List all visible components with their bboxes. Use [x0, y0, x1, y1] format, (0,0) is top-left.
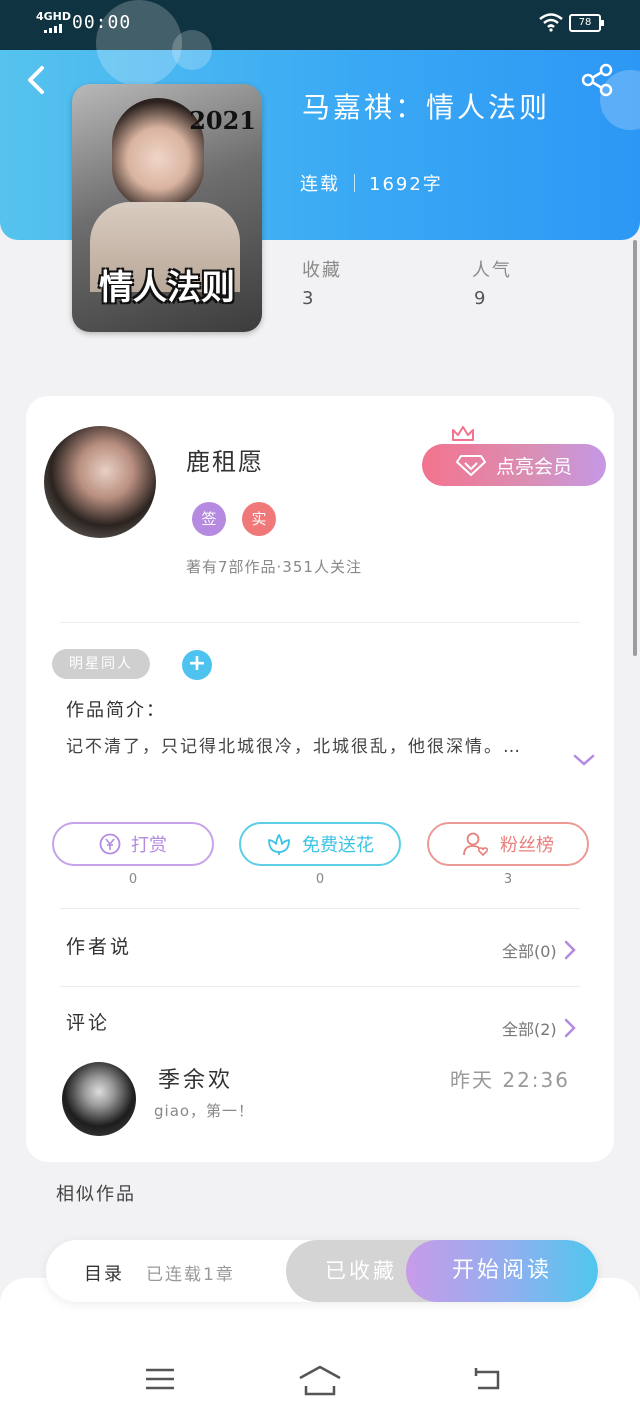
intro-label: 作品简介：	[66, 700, 166, 721]
divider	[60, 986, 580, 987]
comment-text: giao，第一！	[154, 1102, 255, 1120]
crown-icon	[452, 426, 474, 441]
chapter-count: 已连载1章	[146, 1265, 235, 1285]
chevron-right-icon	[564, 940, 576, 960]
menu-icon[interactable]	[144, 1366, 176, 1392]
fans-count: 3	[503, 872, 513, 887]
comments-all-label: 全部(2)	[502, 1020, 557, 1039]
yen-icon	[99, 833, 121, 855]
verified-badge: 实	[242, 502, 276, 536]
toc-button[interactable]: 目录	[84, 1260, 124, 1286]
cover-year: 2021	[189, 106, 256, 135]
author-name[interactable]: 鹿租愿	[186, 442, 264, 477]
start-reading-button[interactable]: 开始阅读	[406, 1240, 598, 1302]
flower-count: 0	[315, 872, 325, 887]
battery-icon: 78	[569, 14, 604, 32]
back-nav-icon[interactable]	[472, 1366, 504, 1392]
author-stats: 著有7部作品·351人关注	[186, 558, 362, 576]
network-indicator: 4GHD	[36, 10, 72, 23]
home-icon[interactable]	[298, 1364, 342, 1398]
add-tag-button[interactable]: +	[182, 650, 212, 680]
signal-icon	[44, 24, 62, 33]
book-status: 连载	[300, 174, 340, 195]
scrollbar[interactable]	[633, 240, 637, 656]
word-count: 1692字	[369, 174, 443, 195]
wifi-icon	[539, 13, 563, 32]
intro-text: 记不清了，只记得北城很冷，北城很乱，他很深情。…	[66, 737, 522, 757]
comment-time: 昨天 22:36	[450, 1068, 570, 1092]
fans-ranking-button[interactable]: 粉丝榜	[427, 822, 589, 866]
fans-label: 粉丝榜	[500, 835, 554, 856]
author-notes-title: 作者说	[66, 936, 133, 958]
meta-divider	[354, 174, 355, 192]
tip-count: 0	[128, 872, 138, 887]
flower-label: 免费送花	[302, 835, 374, 856]
popularity-label: 人气	[472, 260, 512, 281]
comments-all-link[interactable]: 全部(2)	[502, 1016, 577, 1040]
tip-button[interactable]: 打赏	[52, 822, 214, 866]
signed-badge: 签	[192, 502, 226, 536]
similar-works-title: 相似作品	[56, 1184, 136, 1205]
commenter-avatar[interactable]	[62, 1062, 136, 1136]
cover-title: 情人法则	[99, 268, 235, 308]
favorites-value: 3	[302, 288, 314, 309]
book-cover[interactable]: 2021 情人法则	[72, 84, 262, 332]
chevron-right-icon	[564, 1018, 576, 1038]
category-tag[interactable]: 明星同人	[52, 649, 150, 679]
comments-title: 评论	[66, 1012, 111, 1034]
diamond-icon	[455, 455, 486, 476]
author-avatar[interactable]	[44, 426, 156, 538]
share-icon[interactable]	[580, 62, 616, 98]
popularity-value: 9	[474, 288, 486, 309]
vip-label: 点亮会员	[495, 455, 572, 478]
author-notes-all-label: 全部(0)	[502, 942, 557, 961]
divider	[60, 622, 580, 623]
commenter-name[interactable]: 季余欢	[158, 1062, 233, 1094]
favorites-label: 收藏	[302, 260, 342, 281]
book-title: 马嘉祺：情人法则	[302, 91, 551, 124]
author-notes-all-link[interactable]: 全部(0)	[502, 938, 577, 962]
chevron-down-icon[interactable]	[572, 752, 596, 768]
reading-bar: 目录 已连载1章 已收藏 开始阅读	[46, 1240, 598, 1302]
tip-label: 打赏	[131, 835, 167, 856]
free-flower-button[interactable]: 免费送花	[239, 822, 401, 866]
vip-button[interactable]: 点亮会员	[422, 444, 606, 486]
fan-user-icon	[463, 832, 489, 857]
flower-icon	[268, 834, 290, 855]
divider	[60, 908, 580, 909]
back-icon[interactable]	[20, 60, 56, 100]
book-meta: 连载 1692字	[300, 170, 443, 196]
